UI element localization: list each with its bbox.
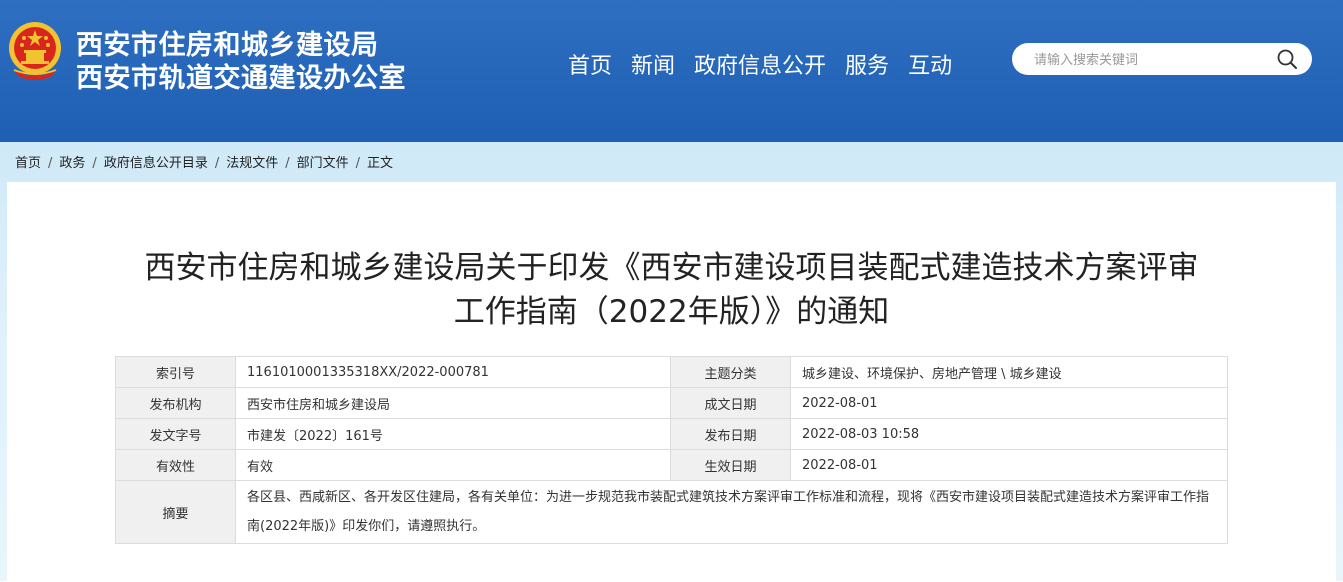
meta-label: 主题分类: [670, 356, 791, 388]
table-row: 索引号 1161010001335318XX/2022-000781 主题分类 …: [115, 356, 1228, 388]
nav-interaction[interactable]: 互动: [908, 48, 952, 80]
nav-services[interactable]: 服务: [845, 48, 889, 80]
breadcrumb-home[interactable]: 首页: [15, 156, 41, 171]
document-metadata-table: 索引号 1161010001335318XX/2022-000781 主题分类 …: [115, 356, 1228, 544]
breadcrumb-separator: /: [355, 156, 361, 171]
table-row: 有效性 有效 生效日期 2022-08-01: [115, 449, 1228, 481]
meta-value: 1161010001335318XX/2022-000781: [235, 356, 671, 388]
meta-value: 市建发〔2022〕161号: [235, 418, 671, 450]
table-row: 发布机构 西安市住房和城乡建设局 成文日期 2022-08-01: [115, 387, 1228, 419]
breadcrumb-separator: /: [48, 156, 53, 171]
meta-label: 成文日期: [670, 387, 791, 419]
breadcrumb-separator: /: [214, 156, 220, 171]
article-title: 西安市住房和城乡建设局关于印发《西安市建设项目装配式建造技术方案评审 工作指南（…: [0, 246, 1343, 334]
search-box: [1012, 43, 1312, 75]
meta-label: 发布机构: [115, 387, 236, 419]
meta-label: 有效性: [115, 449, 236, 481]
meta-value: 有效: [235, 449, 671, 481]
search-icon[interactable]: [1276, 48, 1298, 70]
breadcrumb-gov-info-catalog[interactable]: 政府信息公开目录: [104, 156, 208, 171]
main-nav: 首页 新闻 政府信息公开 服务 互动: [568, 48, 952, 80]
breadcrumb-separator: /: [285, 156, 290, 171]
meta-value: 城乡建设、环境保护、房地产管理 \ 城乡建设: [790, 356, 1228, 388]
meta-label: 索引号: [115, 356, 236, 388]
nav-home[interactable]: 首页: [568, 48, 612, 80]
search-input[interactable]: [1032, 48, 1276, 72]
breadcrumb: 首页 / 政务 / 政府信息公开目录 / 法规文件 / 部门文件 / 正文: [15, 152, 393, 171]
breadcrumb-regulations[interactable]: 法规文件: [226, 156, 278, 171]
meta-label: 生效日期: [670, 449, 791, 481]
breadcrumb-dept-files[interactable]: 部门文件: [297, 156, 349, 171]
abstract-text: 各区县、西咸新区、各开发区住建局，各有关单位：为进一步规范我市装配式建筑技术方案…: [235, 480, 1228, 544]
meta-label: 发文字号: [115, 418, 236, 450]
breadcrumb-affairs[interactable]: 政务: [59, 156, 85, 171]
table-row: 摘要 各区县、西咸新区、各开发区住建局，各有关单位：为进一步规范我市装配式建筑技…: [115, 480, 1228, 544]
meta-value: 2022-08-01: [790, 387, 1228, 419]
breadcrumb-separator: /: [92, 156, 97, 171]
meta-value: 西安市住房和城乡建设局: [235, 387, 671, 419]
meta-label: 发布日期: [670, 418, 791, 450]
site-header: 西安市住房和城乡建设局 西安市轨道交通建设办公室 首页 新闻 政府信息公开 服务…: [0, 0, 1343, 142]
meta-label: 摘要: [115, 480, 236, 544]
nav-gov-info[interactable]: 政府信息公开: [694, 48, 826, 80]
national-emblem-icon: [9, 22, 61, 80]
table-row: 发文字号 市建发〔2022〕161号 发布日期 2022-08-03 10:58: [115, 418, 1228, 450]
meta-value: 2022-08-01: [790, 449, 1228, 481]
nav-news[interactable]: 新闻: [631, 48, 675, 80]
breadcrumb-current: 正文: [367, 156, 394, 171]
org-name-secondary: 西安市轨道交通建设办公室: [76, 63, 406, 94]
meta-value: 2022-08-03 10:58: [790, 418, 1228, 450]
article-title-line2: 工作指南（2022年版）》的通知: [453, 294, 890, 330]
article-title-line1: 西安市住房和城乡建设局关于印发《西安市建设项目装配式建造技术方案评审: [144, 250, 1199, 286]
